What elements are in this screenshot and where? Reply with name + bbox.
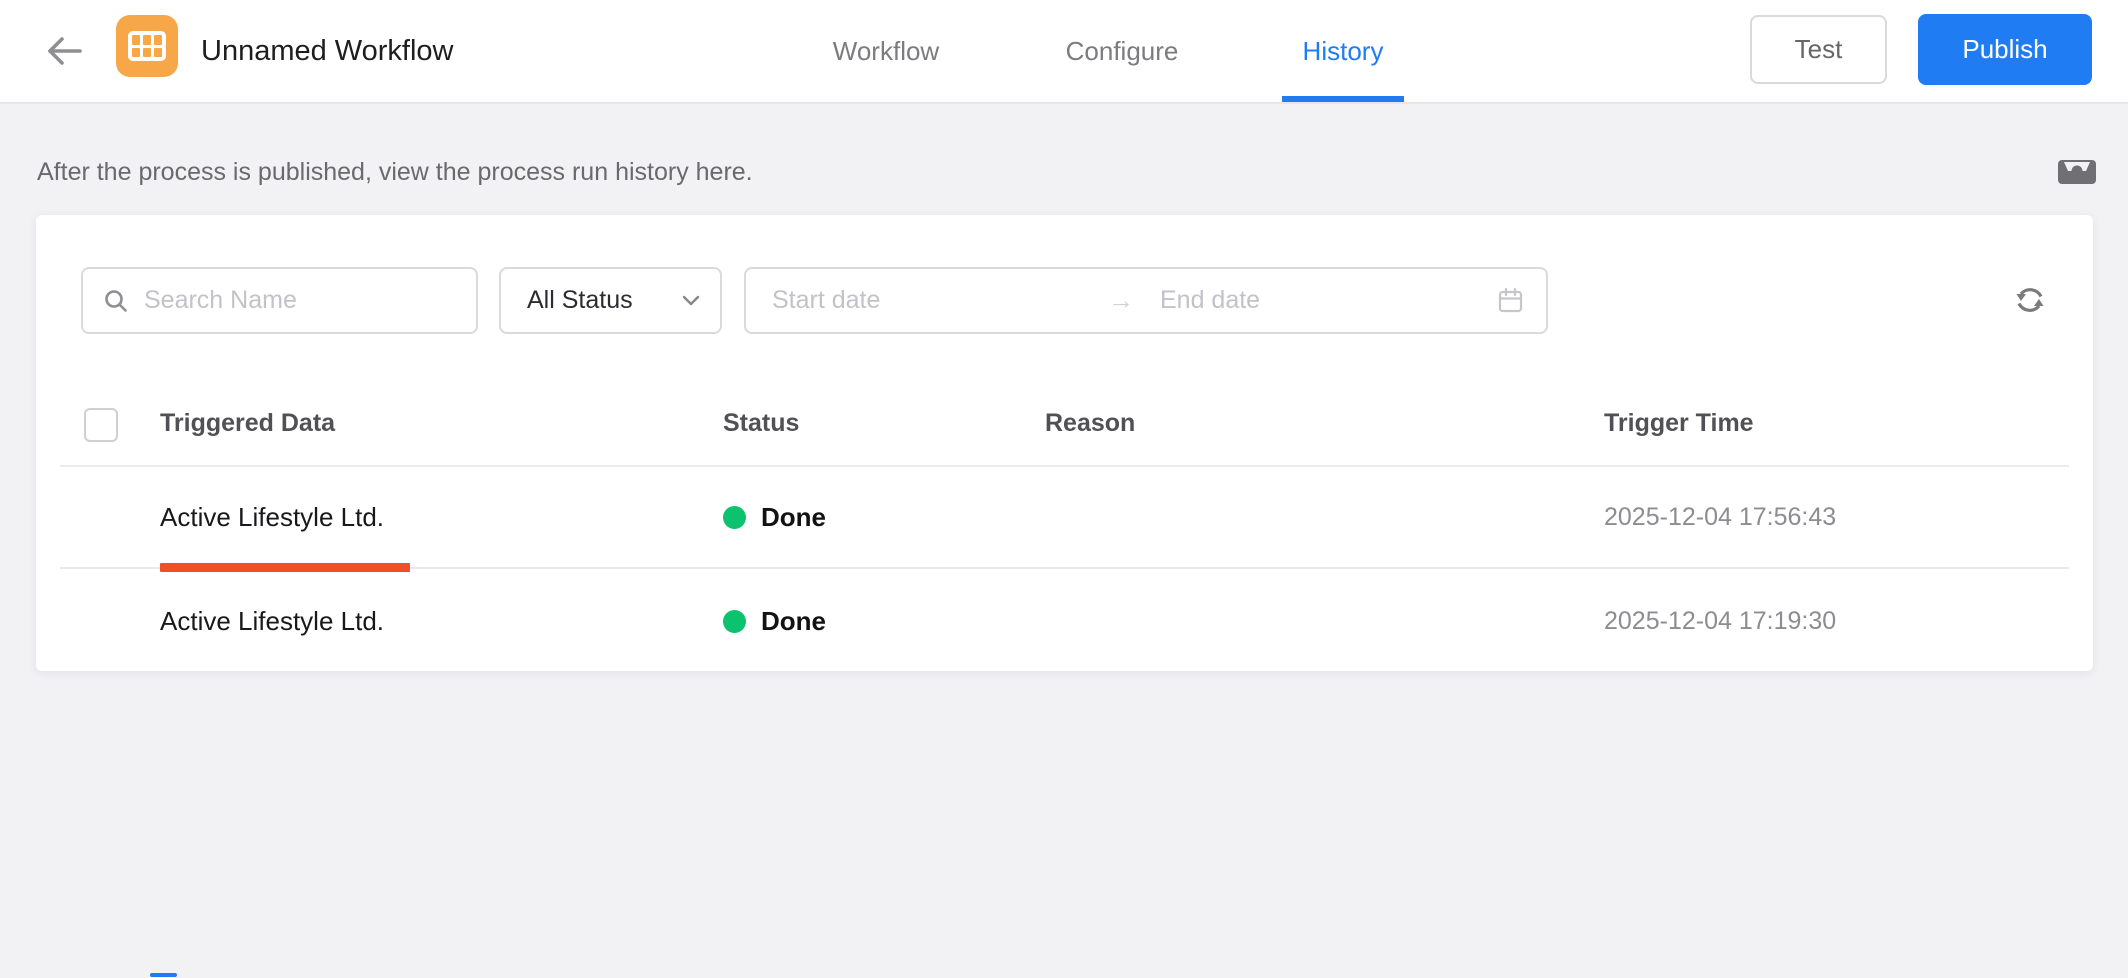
app-header: Unnamed Workflow Workflow Configure Hist… (0, 0, 2128, 104)
search-input[interactable] (142, 285, 458, 316)
column-header-trigger-time: Trigger Time (1604, 409, 1754, 437)
status-cell: Done (723, 467, 826, 567)
table-grid-icon (128, 31, 166, 61)
table-row[interactable]: Active Lifestyle Ltd. Done 2025-12-04 17… (36, 571, 2093, 671)
search-name-field[interactable] (81, 267, 478, 334)
workflow-app-icon (116, 15, 178, 77)
search-icon (105, 289, 127, 312)
screen: Unnamed Workflow Workflow Configure Hist… (0, 0, 2128, 978)
end-date-placeholder: End date (1160, 286, 1261, 314)
info-banner: After the process is published, view the… (0, 106, 2128, 212)
trigger-time-cell: 2025-12-04 17:56:43 (1604, 503, 1837, 531)
refresh-button[interactable] (2009, 281, 2051, 321)
triggered-data-cell[interactable]: Active Lifestyle Ltd. (160, 571, 384, 671)
history-card: All Status Start date → End date (36, 215, 2093, 671)
column-header-triggered-data: Triggered Data (160, 409, 336, 437)
calendar-icon (1498, 287, 1523, 313)
tab-history[interactable]: History (1288, 0, 1398, 102)
inbox-button[interactable] (2055, 152, 2099, 192)
table-row[interactable]: Active Lifestyle Ltd. Done 2025-12-04 17… (36, 467, 2093, 567)
range-arrow-icon: → (1108, 285, 1134, 315)
banner-text: After the process is published, view the… (37, 158, 753, 186)
active-tab-indicator (1282, 96, 1404, 102)
triggered-data-cell[interactable]: Active Lifestyle Ltd. (160, 467, 384, 567)
back-button[interactable] (40, 30, 88, 74)
status-dot-icon (723, 609, 746, 633)
refresh-icon (2016, 287, 2044, 312)
inbox-icon (2058, 159, 2096, 184)
status-dot-icon (723, 505, 746, 529)
test-button[interactable]: Test (1750, 15, 1887, 84)
status-label: Done (761, 606, 826, 636)
tab-workflow[interactable]: Workflow (818, 0, 954, 102)
status-filter-select[interactable]: All Status (499, 267, 722, 334)
trigger-time-cell: 2025-12-04 17:19:30 (1604, 607, 1837, 635)
status-cell: Done (723, 571, 826, 671)
arrow-left-icon (48, 36, 82, 65)
tab-configure[interactable]: Configure (1050, 0, 1194, 102)
bottom-edge-indicator (150, 973, 177, 977)
page-title: Unnamed Workflow (201, 35, 454, 67)
column-header-status: Status (723, 409, 800, 437)
status-label: Done (761, 502, 826, 532)
status-filter-value: All Status (527, 286, 633, 314)
start-date-placeholder: Start date (772, 286, 881, 314)
column-header-reason: Reason (1045, 409, 1136, 437)
select-all-checkbox[interactable] (84, 408, 118, 442)
row-highlight-indicator (160, 563, 410, 572)
date-range-picker[interactable]: Start date → End date (744, 267, 1548, 334)
publish-button[interactable]: Publish (1918, 14, 2092, 85)
chevron-down-icon (682, 295, 700, 306)
